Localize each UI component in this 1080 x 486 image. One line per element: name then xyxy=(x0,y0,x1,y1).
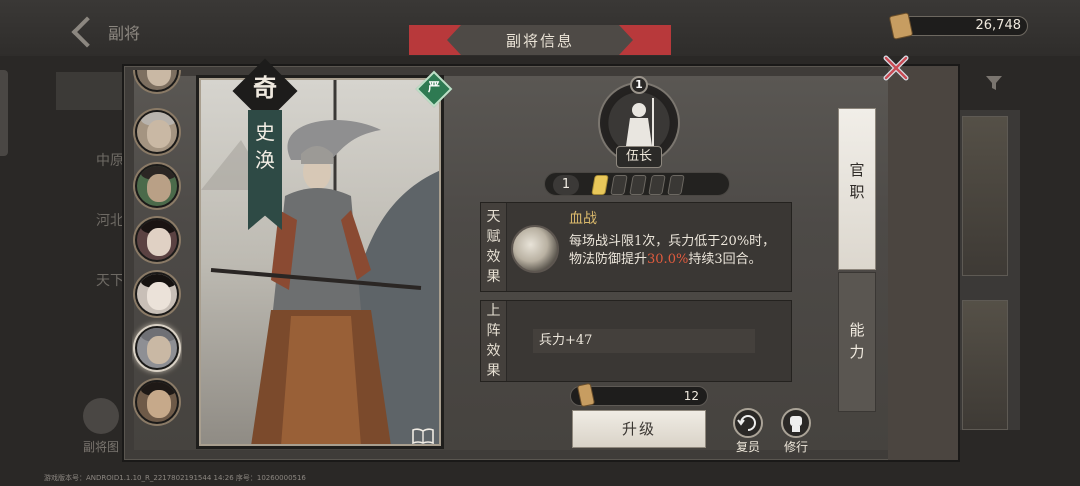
general-card[interactable] xyxy=(196,75,444,449)
talent-label-char: 果 xyxy=(486,269,501,285)
face xyxy=(147,282,171,310)
modal-title: 副将信息 xyxy=(505,32,574,50)
star-level-number: 1 xyxy=(553,175,579,195)
tab-official-char: 官 xyxy=(849,161,865,179)
talent-label: 天 赋 效 果 xyxy=(481,203,507,291)
card-list-icon xyxy=(83,398,119,434)
deploy-label-char: 效 xyxy=(486,343,501,359)
talent-name: 血战 xyxy=(569,211,597,227)
face xyxy=(147,390,171,418)
upgrade-button[interactable]: 升级 xyxy=(572,410,706,448)
portrait-item[interactable] xyxy=(135,164,179,208)
card-list-label: 副将图 xyxy=(82,440,119,454)
cultivate-label: 修行 xyxy=(783,440,808,454)
region-item-world[interactable]: 天下 xyxy=(56,250,126,310)
token-icon xyxy=(576,382,596,408)
background-card[interactable] xyxy=(962,300,1008,430)
general-portrait-list xyxy=(132,70,182,426)
star-row xyxy=(591,175,685,195)
tab-official-char: 职 xyxy=(849,183,865,201)
face xyxy=(147,228,171,256)
face xyxy=(147,174,171,202)
cultivate-button[interactable]: 修行 xyxy=(776,408,816,455)
star-empty-icon xyxy=(629,175,647,195)
currency-counter: 26,748 xyxy=(888,12,1028,40)
upgrade-material-counter: 12 xyxy=(570,382,708,408)
background-region-menu: 中原 河北 天下 xyxy=(56,72,126,310)
general-name: 史涣 xyxy=(255,120,275,172)
deploy-label: 上 阵 效 果 xyxy=(481,301,507,381)
star-filled-icon xyxy=(591,175,609,195)
portrait-item[interactable] xyxy=(135,110,179,154)
back-button[interactable]: 副将 xyxy=(66,14,156,50)
tab-ability-char: 力 xyxy=(849,343,865,361)
restore-label: 复员 xyxy=(735,440,760,454)
talent-desc-text: 持续3回合。 xyxy=(688,252,762,267)
tab-ability[interactable]: 能 力 xyxy=(838,272,876,412)
talent-label-char: 天 xyxy=(486,209,501,225)
soldier-rank-title: 伍长 xyxy=(616,146,662,168)
deploy-label-char: 果 xyxy=(486,363,501,379)
star-level-bar: 1 xyxy=(544,172,730,196)
portrait-item[interactable] xyxy=(135,218,179,262)
fist-icon xyxy=(781,408,811,438)
portrait-item[interactable] xyxy=(135,70,179,92)
close-icon[interactable] xyxy=(880,52,912,84)
deploy-label-char: 阵 xyxy=(486,323,501,339)
portrait-item[interactable] xyxy=(135,380,179,424)
general-artwork xyxy=(199,78,441,446)
face xyxy=(147,336,171,364)
talent-description: 每场战斗限1次，兵力低于20%时，物法防御提升30.0%持续3回合。 xyxy=(569,233,787,269)
back-chevron-icon xyxy=(71,16,103,48)
star-empty-icon xyxy=(648,175,666,195)
region-item-central[interactable]: 中原 xyxy=(56,130,126,190)
modal-side-decor xyxy=(888,66,958,460)
region-item-hebei[interactable]: 河北 xyxy=(56,190,126,250)
card-list-button[interactable]: 副将图 xyxy=(76,398,126,458)
warrior-illustration xyxy=(201,80,439,444)
modal-title-banner: 副将信息 xyxy=(409,25,671,55)
talent-skill-icon[interactable] xyxy=(511,225,559,273)
token-icon xyxy=(888,12,914,40)
tab-official-position[interactable]: 官 职 xyxy=(838,108,876,270)
restore-button[interactable]: 复员 xyxy=(728,408,768,455)
rank-badge-label: 严 xyxy=(427,80,440,94)
deploy-effect-panel: 上 阵 效 果 兵力+47 xyxy=(480,300,792,382)
background-card[interactable] xyxy=(962,116,1008,276)
left-edge-tab[interactable] xyxy=(0,70,8,156)
deploy-stat: 兵力+47 xyxy=(533,329,755,353)
soldier-badge: 1 xyxy=(630,76,648,94)
talent-label-char: 效 xyxy=(486,249,501,265)
currency-value: 26,748 xyxy=(975,18,1022,33)
talent-desc-highlight: 30.0% xyxy=(647,252,689,267)
talent-effect-panel: 天 赋 效 果 血战 每场战斗限1次，兵力低于20%时，物法防御提升30.0%持… xyxy=(480,202,792,292)
book-icon[interactable] xyxy=(412,428,434,444)
deploy-label-char: 上 xyxy=(486,303,501,319)
material-count: 12 xyxy=(683,389,699,403)
star-empty-icon xyxy=(610,175,628,195)
card-type-label: 奇 xyxy=(253,73,277,102)
face xyxy=(147,120,171,148)
talent-label-char: 赋 xyxy=(486,229,501,245)
tab-ability-char: 能 xyxy=(849,321,865,339)
build-info: 游戏版本号：ANDROID1.1.10_R_2217802191544 14:2… xyxy=(44,474,306,482)
portrait-item[interactable] xyxy=(135,272,179,316)
portrait-item-selected[interactable] xyxy=(135,326,179,370)
star-empty-icon xyxy=(667,175,685,195)
back-label: 副将 xyxy=(108,24,141,43)
restore-icon xyxy=(733,408,763,438)
region-item[interactable] xyxy=(56,72,126,110)
filter-icon[interactable] xyxy=(986,76,1002,90)
face xyxy=(147,70,171,86)
